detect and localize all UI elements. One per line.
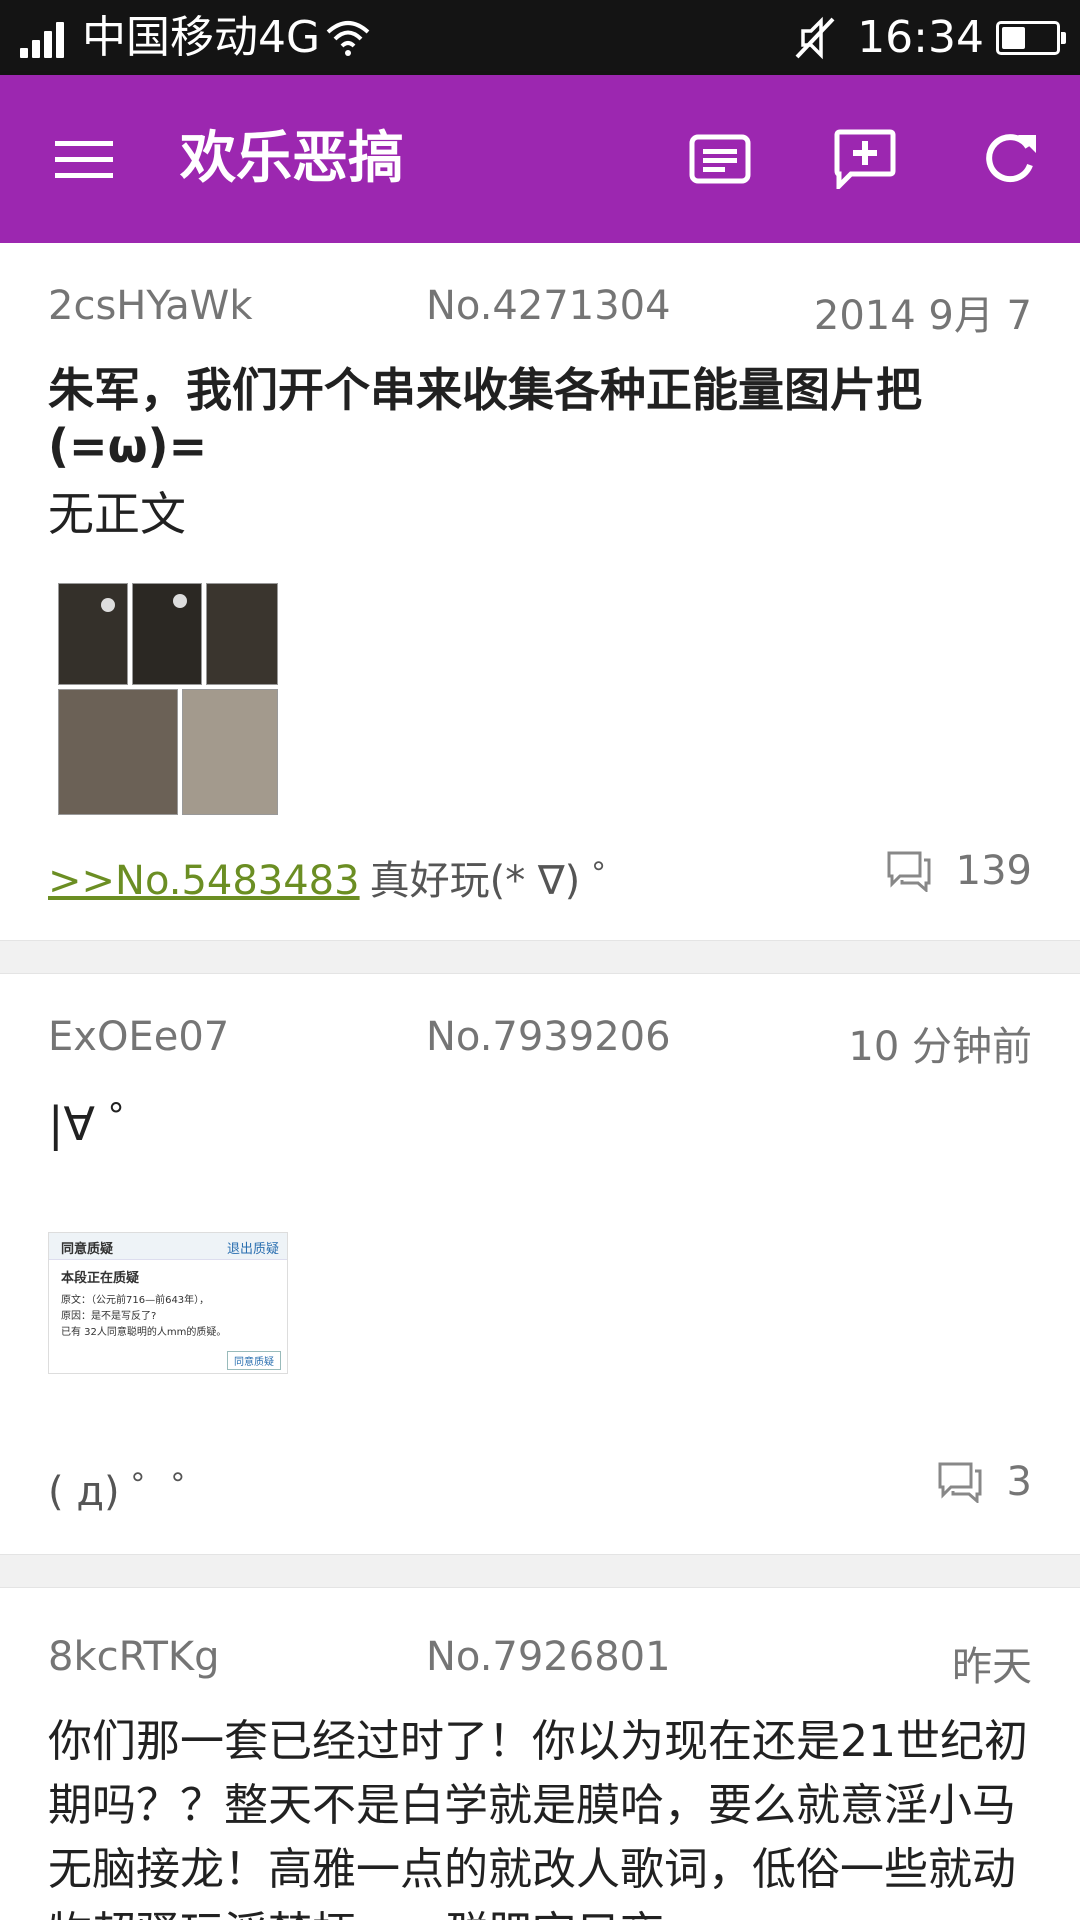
post-uid: 2csHYaWk <box>48 283 253 329</box>
battery-icon <box>996 20 1066 55</box>
post-image-thumbnail[interactable]: 同意质疑 退出质疑 本段正在质疑 原文：（公元前716—前643年）， 原因：是… <box>48 1232 288 1374</box>
image-button: 同意质疑 <box>227 1351 281 1370</box>
card-separator <box>0 940 1080 974</box>
post-card[interactable]: ExOEe07 No.7939206 10 分钟前 |∀ ゜ 同意质疑 退出质疑… <box>0 974 1080 1554</box>
post-uid: 8kcRTKg <box>48 1634 220 1680</box>
post-body: 无正文 <box>48 487 186 541</box>
add-comment-icon[interactable] <box>825 75 905 243</box>
post-uid: ExOEe07 <box>48 1014 230 1060</box>
image-header-left: 同意质疑 <box>61 1242 114 1257</box>
post-footer: ( д) ゜゜ 3 <box>48 1459 1032 1519</box>
post-time: 10 分钟前 <box>848 1024 1032 1070</box>
comment-icon <box>887 851 931 892</box>
clock: 16:34 <box>857 12 984 63</box>
status-left: 中国移动4G <box>20 0 370 75</box>
post-footer: >>No.5483483 真好玩(* ∇) ゜ 139 <box>48 848 1032 908</box>
comment-count-value: 3 <box>1006 1459 1032 1505</box>
image-line: 本段正在质疑 <box>61 1271 140 1286</box>
image-line: 原因：是不是写反了? <box>61 1311 157 1322</box>
app-bar: 欢乐恶搞 <box>0 75 1080 243</box>
post-number: No.7939206 <box>426 1014 671 1060</box>
comic-panel <box>182 689 278 815</box>
list-icon[interactable] <box>680 75 760 243</box>
reply-preview: 真好玩(* ∇) ゜ <box>369 858 633 904</box>
comic-panel <box>206 583 278 685</box>
refresh-icon[interactable] <box>970 75 1050 243</box>
post-body: 你们那一套已经过时了！你以为现在还是21世纪初期吗？？整天不是白学就是膜哈，要么… <box>48 1716 1028 1920</box>
comment-icon <box>938 1462 982 1503</box>
post-title: 朱军，我们开个串来收集各种正能量图片把(=ω)= <box>48 363 922 473</box>
signal-icon <box>20 18 68 58</box>
mute-icon <box>795 16 835 59</box>
comment-count[interactable]: 3 <box>937 1459 1032 1505</box>
post-number: No.7926801 <box>426 1634 671 1680</box>
post-body: |∀ ゜ <box>48 1097 156 1151</box>
image-header: 同意质疑 退出质疑 <box>49 1233 287 1260</box>
comment-count[interactable]: 139 <box>886 848 1032 894</box>
menu-icon[interactable] <box>40 75 130 243</box>
battery-level <box>1002 26 1025 49</box>
post-meta: ExOEe07 No.7939206 10 分钟前 <box>48 1014 1032 1074</box>
page-title: 欢乐恶搞 <box>180 126 404 191</box>
comic-panel <box>58 689 178 815</box>
post-time: 2014 9月 7 <box>813 293 1032 339</box>
status-bar: 中国移动4G 16:34 <box>0 0 1080 75</box>
comic-panel <box>132 583 202 685</box>
post-image-thumbnail[interactable] <box>58 583 278 815</box>
post-meta: 8kcRTKg No.7926801 昨天 <box>48 1634 1032 1694</box>
image-line: 原文：（公元前716—前643年）， <box>61 1295 210 1306</box>
image-line: 已有 32人同意聪明的人mm的质疑。 <box>61 1327 227 1338</box>
comic-panel <box>58 583 128 685</box>
carrier-label: 中国移动4G <box>82 12 321 63</box>
reply-link[interactable]: >>No.5483483 <box>48 858 360 904</box>
card-separator <box>0 1554 1080 1588</box>
post-card[interactable]: 2csHYaWk No.4271304 2014 9月 7 朱军，我们开个串来收… <box>0 243 1080 940</box>
wifi-icon <box>326 20 370 56</box>
post-number: No.4271304 <box>426 283 671 329</box>
post-footer-text: ( д) ゜゜ <box>48 1469 213 1515</box>
status-right: 16:34 <box>793 0 1066 75</box>
post-meta: 2csHYaWk No.4271304 2014 9月 7 <box>48 283 1032 343</box>
post-card[interactable]: 8kcRTKg No.7926801 昨天 你们那一套已经过时了！你以为现在还是… <box>0 1588 1080 1920</box>
image-header-right: 退出质疑 <box>226 1242 279 1257</box>
comment-count-value: 139 <box>955 848 1032 894</box>
post-time: 昨天 <box>952 1644 1032 1690</box>
